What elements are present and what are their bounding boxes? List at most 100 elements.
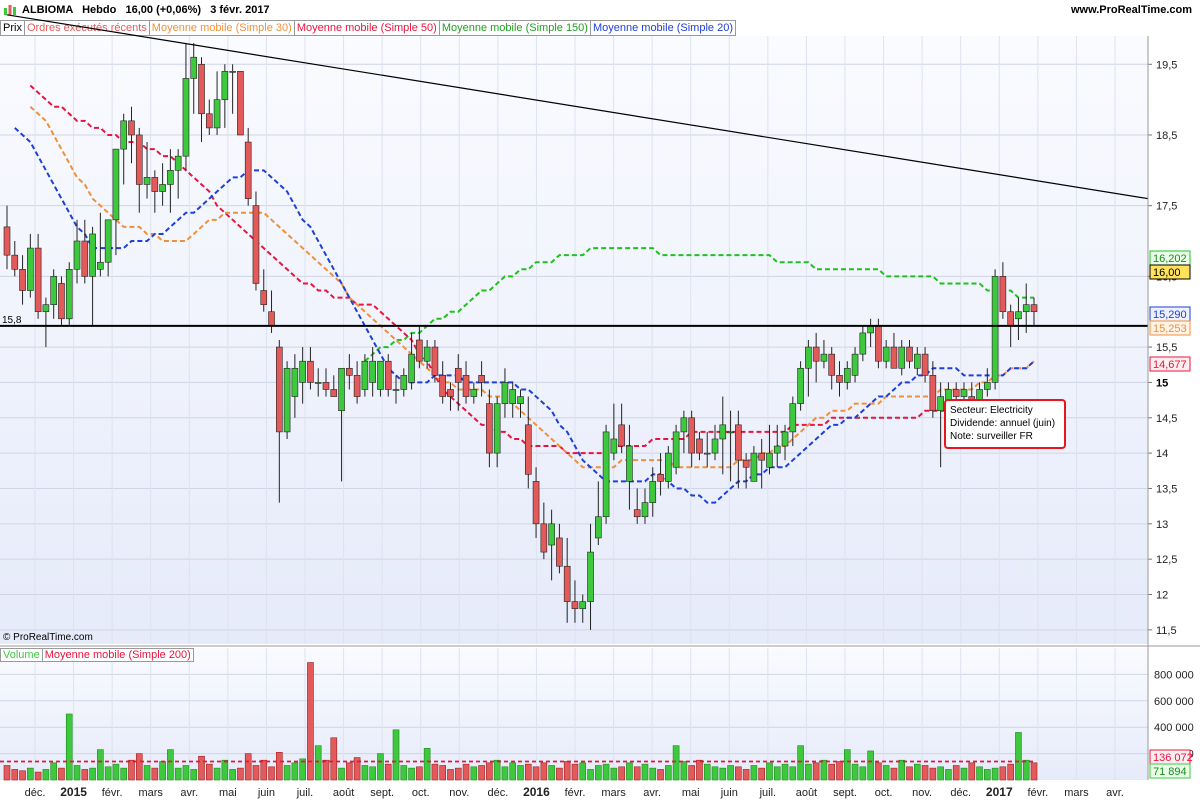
volume-bar (361, 765, 369, 781)
volume-bar (657, 769, 664, 781)
legend-vol-ma200[interactable]: Moyenne mobile (Simple 200) (42, 648, 194, 662)
candlestick (65, 262, 73, 326)
candle-body (369, 360, 376, 383)
candle-body (346, 367, 353, 376)
volume-bar (859, 766, 867, 781)
candle-body (462, 375, 470, 397)
volume-bar (252, 765, 260, 781)
candle-body (431, 346, 439, 376)
candle-body (501, 382, 509, 404)
support-line-label: 15,8 (2, 315, 22, 326)
volume-bar (999, 766, 1007, 781)
candle-body (921, 353, 929, 376)
candle-body (789, 403, 797, 433)
x-tick-label: mai (219, 787, 237, 799)
volume-bar (797, 745, 804, 781)
volume-bar (213, 767, 221, 781)
volume-bar (789, 766, 797, 781)
candle-body (291, 367, 299, 397)
volume-bar (493, 759, 501, 781)
y-tick-label: 13 (1156, 519, 1168, 531)
candle-body (478, 375, 485, 383)
volume-bar (750, 765, 758, 781)
candle-body (595, 516, 602, 539)
volume-bar (237, 767, 244, 781)
volume-bar (50, 762, 57, 781)
volume-bar (159, 761, 166, 781)
x-tick-label: oct. (412, 787, 430, 799)
candle-body (205, 113, 213, 129)
candle-body (330, 389, 338, 397)
candle-body (174, 155, 182, 171)
volume-bar (649, 767, 657, 781)
y-axis-labels: 11,51212,51313,51414,51515,516,517,518,5… (1148, 59, 1194, 761)
candle-body (999, 276, 1007, 313)
volume-bar (952, 765, 960, 781)
last-value-text: 15,290 (1153, 309, 1187, 321)
candle-body (532, 481, 540, 525)
candle-body (890, 346, 898, 369)
volume-bar (579, 762, 587, 781)
candle-body (159, 184, 166, 192)
legend-volume[interactable]: Volume (0, 648, 43, 662)
candle-body (299, 360, 306, 383)
candle-body (470, 389, 478, 397)
candle-body (447, 389, 454, 397)
candle-body (571, 601, 579, 609)
candle-body (493, 403, 501, 454)
volume-bar (984, 769, 991, 781)
volume-bar (960, 767, 968, 781)
volume-tick-label: 600 000 (1154, 696, 1194, 708)
x-tick-label: 2016 (523, 785, 550, 799)
volume-bar (478, 765, 485, 781)
volume-bar (836, 761, 843, 781)
candle-body (65, 269, 73, 320)
candle-body (859, 332, 867, 355)
candle-body (665, 452, 672, 482)
candlestick (797, 361, 804, 411)
volume-bar (587, 769, 594, 781)
volume-bar (758, 767, 765, 781)
current-level-label: 15 (1156, 377, 1168, 389)
y-tick-label: 17,5 (1156, 201, 1177, 213)
volume-bar (392, 729, 400, 781)
candle-body (1015, 311, 1022, 320)
candle-body (3, 226, 11, 256)
volume-bar (945, 769, 952, 781)
volume-bar (58, 767, 65, 781)
y-tick-label: 14,5 (1156, 413, 1177, 425)
y-tick-label: 18,5 (1156, 130, 1177, 142)
candle-body (587, 551, 594, 602)
volume-bar (244, 753, 252, 781)
candle-body (229, 71, 236, 73)
candle-body (867, 325, 874, 334)
x-tick-label: mai (682, 787, 700, 799)
volume-bar (742, 769, 750, 781)
volume-bar (610, 767, 618, 781)
volume-bar (548, 765, 555, 781)
candle-body (618, 424, 625, 447)
candle-body (649, 481, 657, 503)
note-remark: Note: surveiller FR (950, 431, 1033, 442)
candle-body (454, 367, 462, 383)
candle-body (952, 389, 960, 397)
x-tick-label: juil. (296, 787, 314, 799)
volume-bar (1030, 762, 1038, 781)
candle-body (602, 431, 610, 518)
candle-body (851, 353, 859, 376)
candle-body (151, 177, 159, 192)
volume-bar (913, 763, 921, 781)
candle-body (610, 438, 618, 454)
x-tick-label: mars (1064, 787, 1089, 799)
volume-bar (470, 766, 478, 781)
x-tick-label: mars (138, 787, 163, 799)
candle-body (579, 601, 587, 609)
volume-bar (423, 748, 431, 781)
volume-bar (602, 763, 610, 781)
candle-body (408, 353, 415, 383)
candle-body (135, 134, 143, 185)
volume-bar (556, 767, 563, 781)
volume-bar (898, 759, 906, 781)
candle-body (27, 247, 34, 291)
x-tick-label: févr. (565, 787, 586, 799)
